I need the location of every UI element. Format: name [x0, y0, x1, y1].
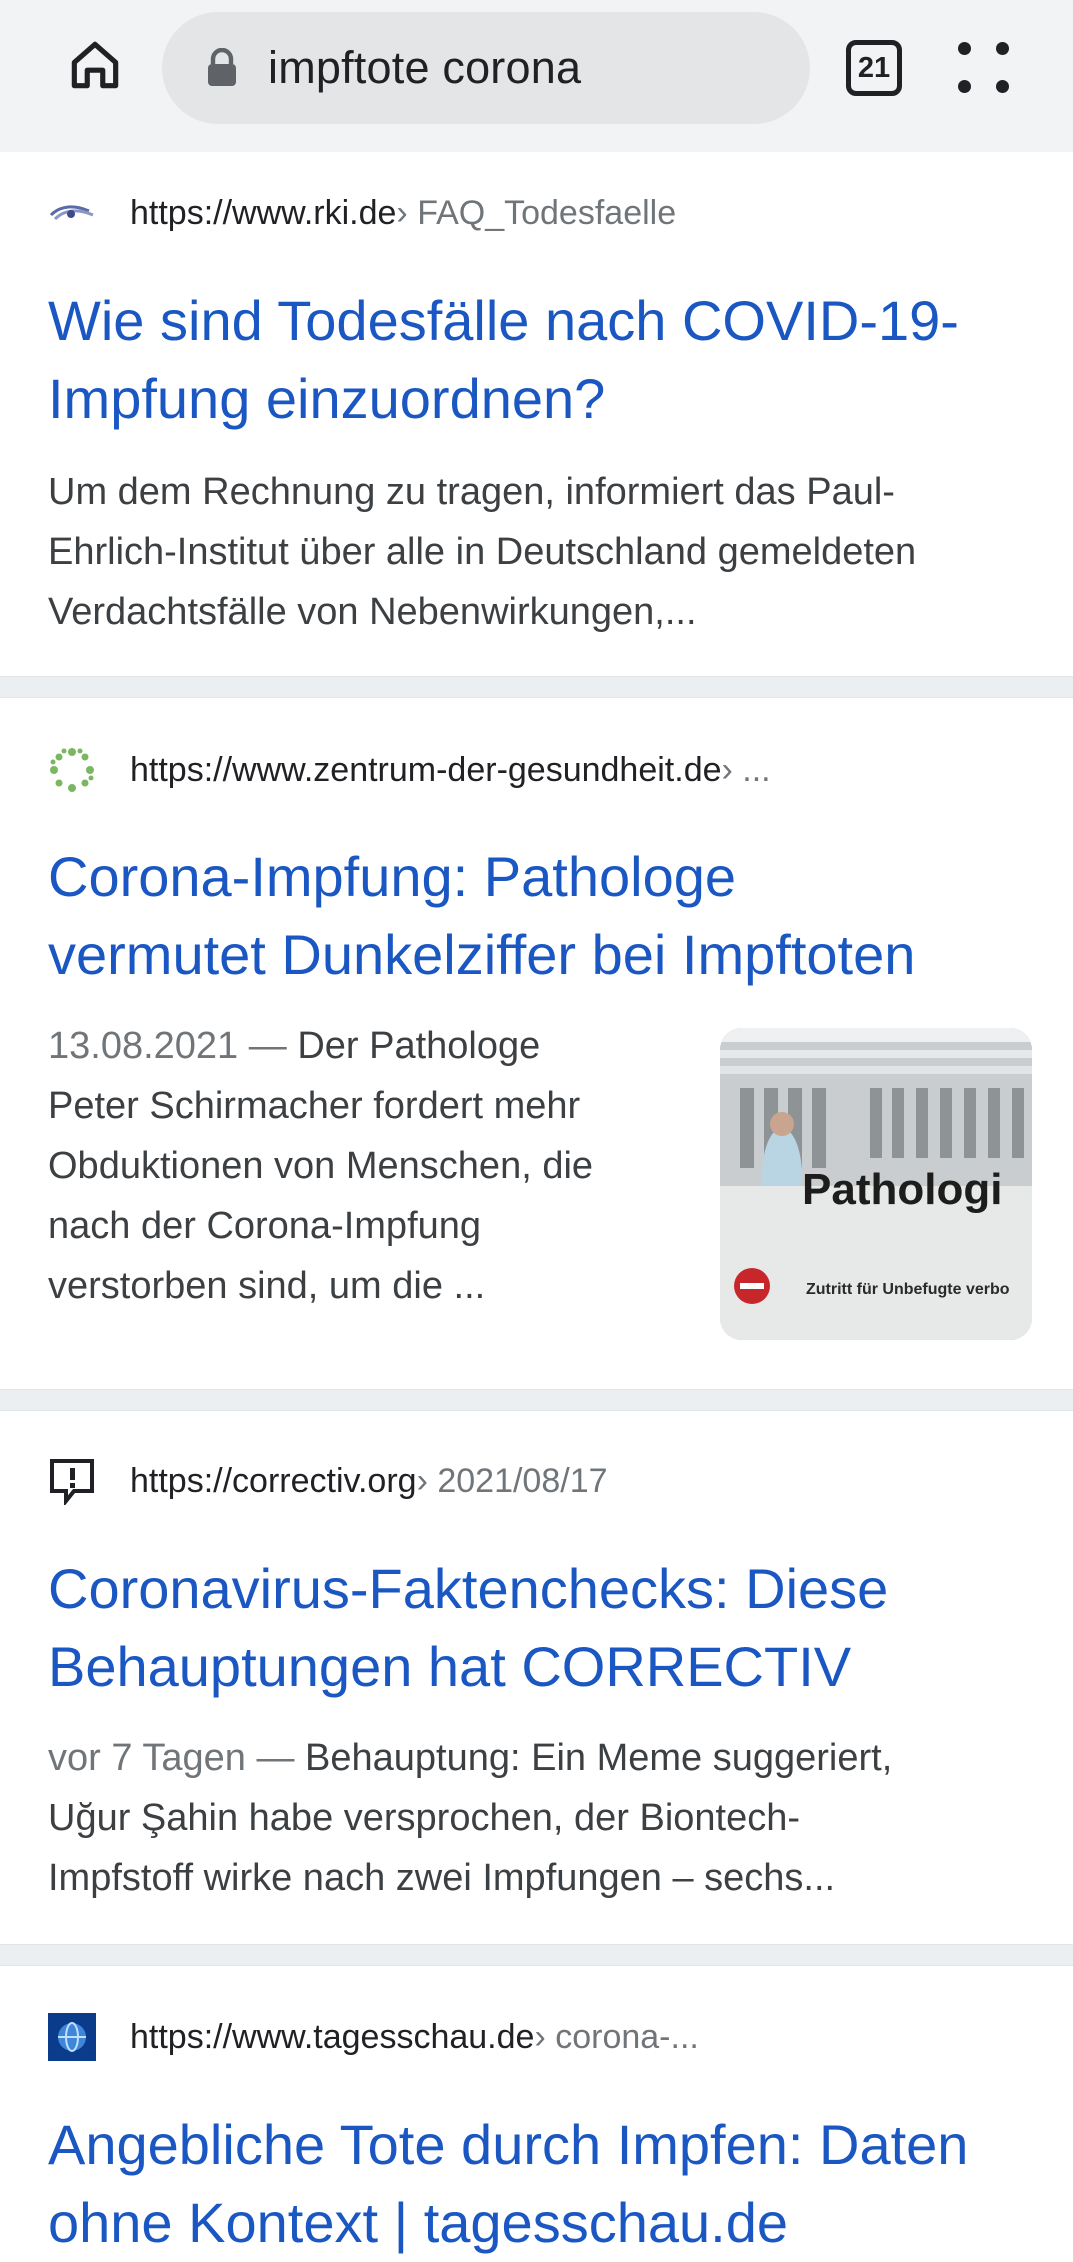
rki-favicon-icon [48, 189, 96, 237]
home-icon [71, 41, 119, 89]
snippet-line: Uğur Şahin habe versprochen, der Biontec… [48, 1797, 801, 1839]
result-2-path: › ... [721, 750, 771, 789]
snippet-line: Obduktionen von Menschen, die [48, 1145, 594, 1187]
result-1-path: › FAQ_Todesfaelle [396, 193, 677, 232]
result-3-path: › 2021/08/17 [416, 1461, 608, 1500]
date-dash: — [238, 1025, 298, 1067]
snippet-line: Impfstoff wirke nach zwei Impfungen – se… [48, 1857, 836, 1899]
thumb-subtext: Zutritt für Unbefugte verbo [806, 1281, 1010, 1298]
zentrum-favicon-icon [48, 746, 96, 794]
tab-switcher-button[interactable]: 21 [846, 40, 902, 96]
snippet-line: Verdachtsfälle von Nebenwirkungen,... [48, 591, 697, 633]
home-button[interactable] [58, 28, 132, 102]
result-1-snippet: Um dem Rechnung zu tragen, informiert da… [48, 462, 1038, 642]
result-1-title[interactable]: Wie sind Todesfälle nach COVID-19- Impfu… [48, 282, 1038, 438]
result-2-cite[interactable]: https://www.zentrum-der-gesundheit.de › … [48, 745, 771, 795]
result-3-snippet: vor 7 Tagen — Behauptung: Ein Meme sugge… [48, 1728, 1038, 1908]
snippet-line: verstorben sind, um die ... [48, 1265, 486, 1307]
result-2-title-line: vermutet Dunkelziffer bei Impftoten [48, 923, 916, 986]
thumb-sign-text: Pathologi [802, 1165, 1002, 1214]
result-4-title[interactable]: Angebliche Tote durch Impfen: Daten ohne… [48, 2106, 1038, 2262]
snippet-line: Peter Schirmacher fordert mehr [48, 1085, 581, 1127]
lock-icon [204, 46, 240, 90]
result-3-title[interactable]: Coronavirus-Faktenchecks: Diese Behauptu… [48, 1550, 1038, 1706]
result-3-title-line: Behauptungen hat CORRECTIV [48, 1635, 852, 1698]
snippet-line: Ehrlich-Institut über alle in Deutschlan… [48, 531, 917, 573]
result-separator [0, 1944, 1073, 1966]
menu-icon[interactable] [956, 40, 1012, 96]
result-2-snippet: 13.08.2021 — Der Pathologe Peter Schirma… [48, 1016, 708, 1316]
result-1-title-line: Wie sind Todesfälle nach COVID-19- [48, 289, 959, 352]
result-2-url: https://www.zentrum-der-gesundheit.de [130, 750, 722, 789]
result-4-url: https://www.tagesschau.de [130, 2017, 535, 2056]
result-2-date: 13.08.2021 [48, 1025, 239, 1067]
result-3-cite[interactable]: https://correctiv.org › 2021/08/17 [48, 1456, 608, 1506]
tab-count: 21 [857, 51, 891, 84]
result-3-url: https://correctiv.org [130, 1461, 417, 1500]
result-separator [0, 1389, 1073, 1411]
result-2-title[interactable]: Corona-Impfung: Pathologe vermutet Dunke… [48, 838, 1038, 994]
snippet-line: Behauptung: Ein Meme suggeriert, [305, 1737, 893, 1779]
tagesschau-favicon-icon [48, 2013, 96, 2061]
result-4-path: › corona-... [534, 2017, 699, 2056]
snippet-line: Um dem Rechnung zu tragen, informiert da… [48, 471, 895, 513]
result-4-title-line: Angebliche Tote durch Impfen: Daten [48, 2113, 969, 2176]
search-query-text: impftote corona [268, 42, 582, 93]
result-2-title-line: Corona-Impfung: Pathologe [48, 845, 736, 908]
date-dash: — [245, 1737, 306, 1779]
result-separator [0, 676, 1073, 698]
snippet-line: Der Pathologe [297, 1025, 541, 1067]
result-4-title-line: ohne Kontext | tagesschau.de [48, 2191, 788, 2254]
result-1-cite[interactable]: https://www.rki.de › FAQ_Todesfaelle [48, 188, 676, 238]
result-3-title-line: Coronavirus-Faktenchecks: Diese [48, 1557, 889, 1620]
result-1-title-line: Impfung einzuordnen? [48, 367, 606, 430]
result-4-cite[interactable]: https://www.tagesschau.de › corona-... [48, 2012, 699, 2062]
correctiv-favicon-icon [48, 1457, 96, 1505]
result-3-date: vor 7 Tagen [48, 1737, 246, 1779]
result-2-thumbnail[interactable]: Pathologi Zutritt für Unbefugte verbo [720, 1028, 1032, 1340]
address-bar[interactable]: impftote corona [162, 12, 810, 124]
pathology-photo-image: Pathologi Zutritt für Unbefugte verbo [720, 1028, 1032, 1340]
snippet-line: nach der Corona-Impfung [48, 1205, 482, 1247]
browser-toolbar: impftote corona 21 [0, 0, 1073, 152]
result-1-url: https://www.rki.de [130, 193, 397, 232]
